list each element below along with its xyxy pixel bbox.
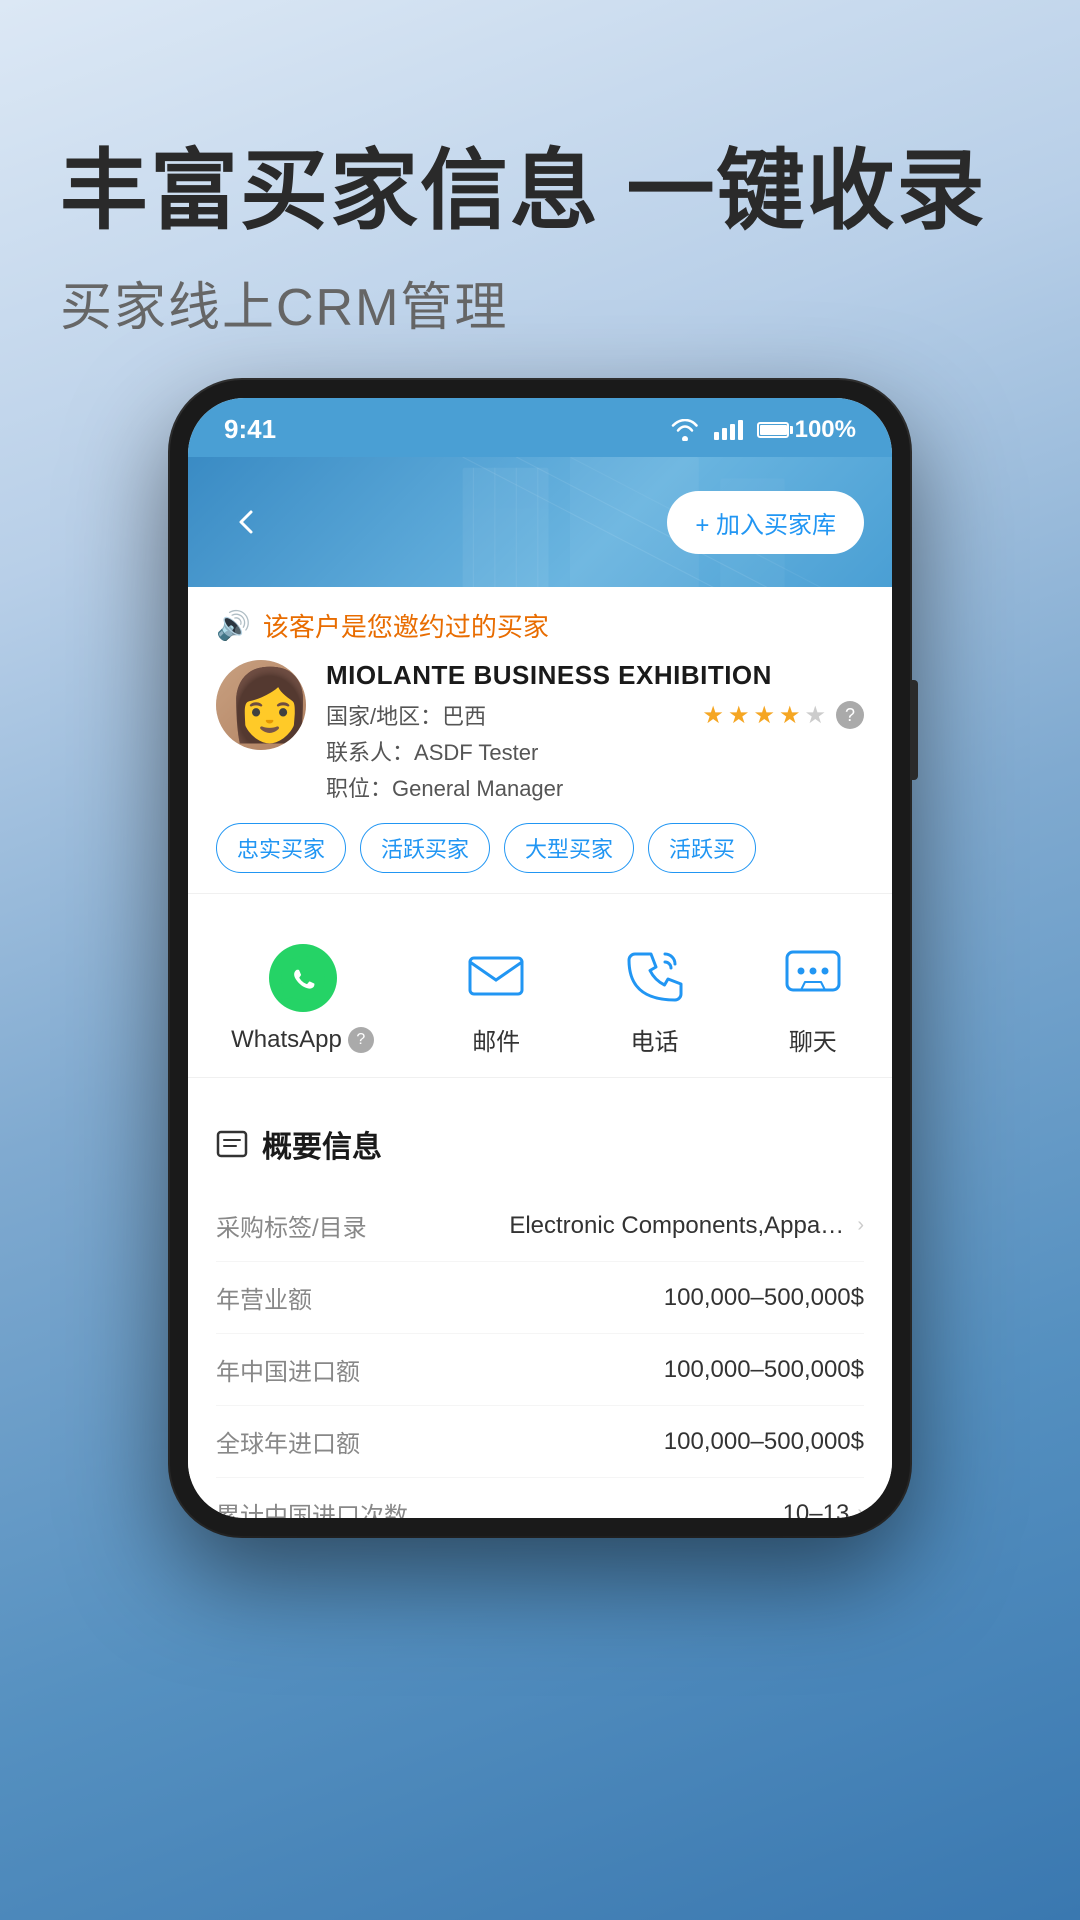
company-name: MIOLANTE BUSINESS EXHIBITION: [326, 660, 864, 691]
whatsapp-label: WhatsApp ?: [231, 1026, 374, 1054]
mail-icon: [462, 940, 530, 1008]
phone-mockup: 9:41: [170, 380, 910, 1536]
chat-icon: [779, 940, 847, 1008]
title-line: 职位：General Manager: [326, 771, 864, 803]
global-import-label: 全球年进口额: [216, 1424, 360, 1459]
rating-help-icon[interactable]: ?: [836, 701, 864, 729]
avatar: [216, 660, 306, 750]
phone-screen: 9:41: [188, 398, 892, 1518]
buyer-details: MIOLANTE BUSINESS EXHIBITION 国家/地区：巴西 ★ …: [326, 660, 864, 807]
status-right: 100%: [670, 416, 856, 444]
chevron-right-icon: ›: [857, 1214, 864, 1237]
phone-label: 电话: [631, 1022, 679, 1057]
section-title: 概要信息: [216, 1122, 864, 1166]
category-label: 采购标签/目录: [216, 1208, 367, 1243]
screen-header: + 加入买家库: [188, 457, 892, 587]
buyer-tags: 忠实买家 活跃买家 大型买家 活跃买: [216, 823, 864, 873]
revenue-value: 100,000–500,000$: [664, 1284, 864, 1312]
mail-contact[interactable]: 邮件: [460, 938, 532, 1057]
import-count-label: 累计中国进口次数: [216, 1496, 408, 1518]
contact-section: WhatsApp ? 邮件: [188, 910, 892, 1078]
star-5: ★: [804, 701, 826, 730]
china-import-label: 年中国进口额: [216, 1352, 360, 1387]
notice-icon: 🔊: [216, 609, 251, 642]
whatsapp-help-icon[interactable]: ?: [348, 1027, 374, 1053]
hero-title: 丰富买家信息 一键收录: [60, 140, 1020, 241]
country-text: 国家/地区：巴西: [326, 699, 486, 731]
hero-section: 丰富买家信息 一键收录 买家线上CRM管理: [0, 0, 1080, 380]
contact-text: 联系人：ASDF Tester: [326, 735, 538, 767]
buyer-info-row: MIOLANTE BUSINESS EXHIBITION 国家/地区：巴西 ★ …: [216, 660, 864, 807]
country-line: 国家/地区：巴西 ★ ★ ★ ★ ★ ?: [326, 699, 864, 731]
revenue-label: 年营业额: [216, 1280, 312, 1315]
info-row-category[interactable]: 采购标签/目录 Electronic Components,Apparel, ›: [216, 1190, 864, 1262]
info-section: 概要信息 采购标签/目录 Electronic Components,Appar…: [188, 1094, 892, 1518]
wifi-icon: [670, 419, 700, 441]
chevron-right-icon-2: ›: [857, 1502, 864, 1518]
chat-contact[interactable]: 聊天: [777, 938, 849, 1057]
star-3: ★: [753, 701, 775, 730]
star-1: ★: [702, 701, 724, 730]
info-row-revenue: 年营业额 100,000–500,000$: [216, 1262, 864, 1334]
contact-line: 联系人：ASDF Tester: [326, 735, 864, 767]
tag-active: 活跃买家: [360, 823, 490, 873]
phone-outer-frame: 9:41: [170, 380, 910, 1536]
status-bar: 9:41: [188, 398, 892, 457]
hero-subtitle: 买家线上CRM管理: [60, 265, 1020, 340]
tag-large: 大型买家: [504, 823, 634, 873]
buyer-card: 🔊 该客户是您邀约过的买家 MIOLANTE BUSINESS EXHIBITI…: [188, 587, 892, 894]
buyer-notice: 🔊 该客户是您邀约过的买家: [216, 607, 864, 644]
tag-loyal: 忠实买家: [216, 823, 346, 873]
import-count-value: 10–13 ›: [783, 1500, 864, 1519]
title-text: 职位：General Manager: [326, 771, 563, 803]
phone-icon-wrap: [619, 938, 691, 1010]
star-rating: ★ ★ ★ ★ ★ ?: [702, 701, 864, 730]
info-row-china-import: 年中国进口额 100,000–500,000$: [216, 1334, 864, 1406]
tag-active2: 活跃买: [648, 823, 756, 873]
add-buyer-button[interactable]: + 加入买家库: [667, 491, 864, 554]
chat-label: 聊天: [789, 1022, 837, 1057]
star-4: ★: [779, 701, 801, 730]
mail-icon-wrap: [460, 938, 532, 1010]
section-icon: [216, 1128, 248, 1160]
global-import-value: 100,000–500,000$: [664, 1428, 864, 1456]
status-time: 9:41: [224, 414, 276, 445]
battery-indicator: 100%: [757, 416, 856, 444]
content-wrapper: 丰富买家信息 一键收录 买家线上CRM管理 9:41: [0, 0, 1080, 1920]
phone-call-icon: [621, 940, 689, 1008]
whatsapp-icon: [269, 944, 337, 1012]
mail-label: 邮件: [472, 1022, 520, 1057]
battery-text: 100%: [795, 416, 856, 444]
whatsapp-contact[interactable]: WhatsApp ?: [231, 942, 374, 1054]
whatsapp-icon-wrap: [267, 942, 339, 1014]
info-row-import-count[interactable]: 累计中国进口次数 10–13 ›: [216, 1478, 864, 1518]
phone-contact[interactable]: 电话: [619, 938, 691, 1057]
china-import-value: 100,000–500,000$: [664, 1356, 864, 1384]
chat-icon-wrap: [777, 938, 849, 1010]
star-2: ★: [728, 701, 750, 730]
notice-text: 该客户是您邀约过的买家: [263, 607, 549, 644]
signal-icon: [714, 420, 743, 440]
category-value: Electronic Components,Apparel, ›: [509, 1212, 864, 1240]
back-button[interactable]: [216, 492, 276, 552]
info-row-global-import: 全球年进口额 100,000–500,000$: [216, 1406, 864, 1478]
